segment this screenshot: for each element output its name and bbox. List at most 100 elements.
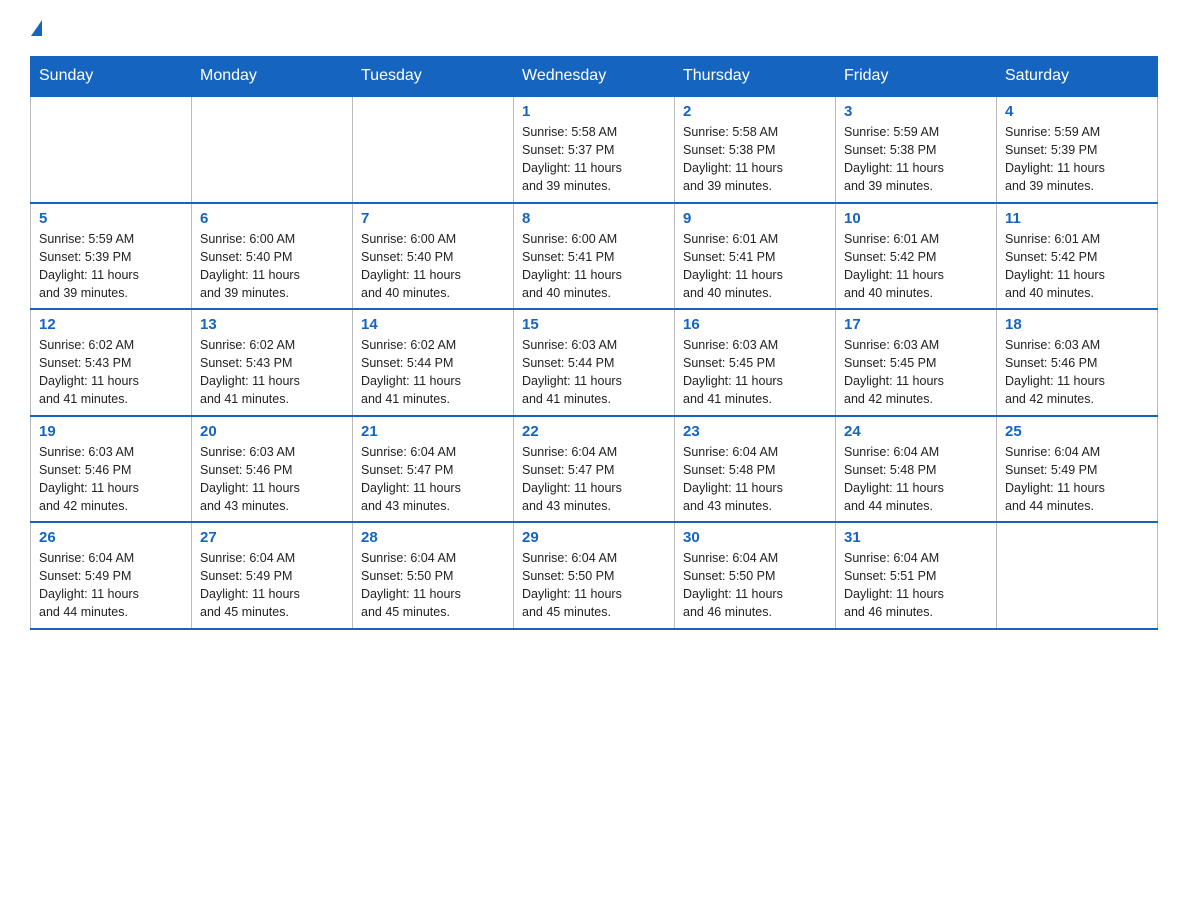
day-info: Sunrise: 6:02 AM Sunset: 5:44 PM Dayligh… (361, 336, 505, 409)
calendar-cell: 15 Sunrise: 6:03 AM Sunset: 5:44 PM Dayli… (514, 309, 675, 416)
day-number: 8 (522, 210, 666, 227)
day-info: Sunrise: 6:01 AM Sunset: 5:42 PM Dayligh… (844, 230, 988, 303)
calendar-cell: 16 Sunrise: 6:03 AM Sunset: 5:45 PM Dayli… (675, 309, 836, 416)
day-info: Sunrise: 6:01 AM Sunset: 5:42 PM Dayligh… (1005, 230, 1149, 303)
calendar-header-monday: Monday (192, 57, 353, 97)
day-info: Sunrise: 6:04 AM Sunset: 5:49 PM Dayligh… (200, 549, 344, 622)
day-info: Sunrise: 6:04 AM Sunset: 5:50 PM Dayligh… (683, 549, 827, 622)
calendar-cell: 31Sunrise: 6:04 AM Sunset: 5:51 PM Dayli… (836, 522, 997, 629)
day-number: 21 (361, 423, 505, 440)
calendar-cell: 1 Sunrise: 5:58 AM Sunset: 5:37 PM Daylig… (514, 96, 675, 203)
calendar-cell (997, 522, 1158, 629)
day-info: Sunrise: 6:03 AM Sunset: 5:45 PM Dayligh… (844, 336, 988, 409)
calendar-cell: 12 Sunrise: 6:02 AM Sunset: 5:43 PM Dayli… (31, 309, 192, 416)
calendar-cell: 22 Sunrise: 6:04 AM Sunset: 5:47 PM Dayli… (514, 416, 675, 523)
day-number: 23 (683, 423, 827, 440)
calendar-cell: 9 Sunrise: 6:01 AM Sunset: 5:41 PM Daylig… (675, 203, 836, 310)
calendar-cell: 10 Sunrise: 6:01 AM Sunset: 5:42 PM Dayli… (836, 203, 997, 310)
calendar-cell: 18 Sunrise: 6:03 AM Sunset: 5:46 PM Dayli… (997, 309, 1158, 416)
day-number: 27 (200, 529, 344, 546)
day-number: 15 (522, 316, 666, 333)
day-info: Sunrise: 6:02 AM Sunset: 5:43 PM Dayligh… (39, 336, 183, 409)
calendar-cell: 24Sunrise: 6:04 AM Sunset: 5:48 PM Dayli… (836, 416, 997, 523)
calendar-cell: 28 Sunrise: 6:04 AM Sunset: 5:50 PM Dayli… (353, 522, 514, 629)
day-info: Sunrise: 5:59 AM Sunset: 5:39 PM Dayligh… (1005, 123, 1149, 196)
day-number: 22 (522, 423, 666, 440)
day-info: Sunrise: 6:03 AM Sunset: 5:45 PM Dayligh… (683, 336, 827, 409)
logo (30, 20, 42, 38)
day-info: Sunrise: 6:03 AM Sunset: 5:46 PM Dayligh… (200, 443, 344, 516)
day-info: Sunrise: 6:04 AM Sunset: 5:51 PM Dayligh… (844, 549, 988, 622)
calendar-cell: 5 Sunrise: 5:59 AM Sunset: 5:39 PM Daylig… (31, 203, 192, 310)
calendar-week-3: 12 Sunrise: 6:02 AM Sunset: 5:43 PM Dayli… (31, 309, 1158, 416)
day-number: 11 (1005, 210, 1149, 227)
day-number: 12 (39, 316, 183, 333)
day-info: Sunrise: 6:04 AM Sunset: 5:48 PM Dayligh… (683, 443, 827, 516)
calendar-cell: 13Sunrise: 6:02 AM Sunset: 5:43 PM Dayli… (192, 309, 353, 416)
calendar-cell: 30 Sunrise: 6:04 AM Sunset: 5:50 PM Dayli… (675, 522, 836, 629)
calendar-week-4: 19 Sunrise: 6:03 AM Sunset: 5:46 PM Dayli… (31, 416, 1158, 523)
calendar-header-wednesday: Wednesday (514, 57, 675, 97)
calendar-cell: 11 Sunrise: 6:01 AM Sunset: 5:42 PM Dayli… (997, 203, 1158, 310)
day-info: Sunrise: 6:03 AM Sunset: 5:44 PM Dayligh… (522, 336, 666, 409)
day-number: 16 (683, 316, 827, 333)
day-number: 5 (39, 210, 183, 227)
calendar-cell: 27 Sunrise: 6:04 AM Sunset: 5:49 PM Dayli… (192, 522, 353, 629)
calendar-table: SundayMondayTuesdayWednesdayThursdayFrid… (30, 56, 1158, 630)
day-number: 25 (1005, 423, 1149, 440)
page-header (30, 20, 1158, 38)
day-number: 18 (1005, 316, 1149, 333)
day-number: 3 (844, 103, 988, 120)
day-number: 29 (522, 529, 666, 546)
calendar-cell: 8 Sunrise: 6:00 AM Sunset: 5:41 PM Daylig… (514, 203, 675, 310)
calendar-week-2: 5 Sunrise: 5:59 AM Sunset: 5:39 PM Daylig… (31, 203, 1158, 310)
day-info: Sunrise: 5:59 AM Sunset: 5:39 PM Dayligh… (39, 230, 183, 303)
day-number: 14 (361, 316, 505, 333)
day-number: 6 (200, 210, 344, 227)
calendar-cell: 6 Sunrise: 6:00 AM Sunset: 5:40 PM Daylig… (192, 203, 353, 310)
day-info: Sunrise: 5:58 AM Sunset: 5:37 PM Dayligh… (522, 123, 666, 196)
calendar-cell (353, 96, 514, 203)
calendar-header-tuesday: Tuesday (353, 57, 514, 97)
day-number: 7 (361, 210, 505, 227)
day-info: Sunrise: 6:03 AM Sunset: 5:46 PM Dayligh… (1005, 336, 1149, 409)
day-number: 10 (844, 210, 988, 227)
calendar-week-5: 26 Sunrise: 6:04 AM Sunset: 5:49 PM Dayli… (31, 522, 1158, 629)
day-number: 13 (200, 316, 344, 333)
calendar-cell: 25Sunrise: 6:04 AM Sunset: 5:49 PM Dayli… (997, 416, 1158, 523)
day-info: Sunrise: 6:03 AM Sunset: 5:46 PM Dayligh… (39, 443, 183, 516)
calendar-cell: 20 Sunrise: 6:03 AM Sunset: 5:46 PM Dayli… (192, 416, 353, 523)
calendar-header-sunday: Sunday (31, 57, 192, 97)
day-info: Sunrise: 6:00 AM Sunset: 5:41 PM Dayligh… (522, 230, 666, 303)
calendar-cell: 17Sunrise: 6:03 AM Sunset: 5:45 PM Dayli… (836, 309, 997, 416)
calendar-cell: 3Sunrise: 5:59 AM Sunset: 5:38 PM Daylig… (836, 96, 997, 203)
calendar-cell: 26 Sunrise: 6:04 AM Sunset: 5:49 PM Dayli… (31, 522, 192, 629)
day-info: Sunrise: 6:04 AM Sunset: 5:50 PM Dayligh… (361, 549, 505, 622)
calendar-cell: 21 Sunrise: 6:04 AM Sunset: 5:47 PM Dayli… (353, 416, 514, 523)
calendar-header-friday: Friday (836, 57, 997, 97)
calendar-cell (192, 96, 353, 203)
day-info: Sunrise: 6:04 AM Sunset: 5:47 PM Dayligh… (361, 443, 505, 516)
day-number: 1 (522, 103, 666, 120)
day-info: Sunrise: 6:04 AM Sunset: 5:47 PM Dayligh… (522, 443, 666, 516)
day-number: 9 (683, 210, 827, 227)
day-info: Sunrise: 6:04 AM Sunset: 5:50 PM Dayligh… (522, 549, 666, 622)
day-number: 30 (683, 529, 827, 546)
day-info: Sunrise: 6:00 AM Sunset: 5:40 PM Dayligh… (361, 230, 505, 303)
day-number: 26 (39, 529, 183, 546)
day-number: 19 (39, 423, 183, 440)
day-info: Sunrise: 5:58 AM Sunset: 5:38 PM Dayligh… (683, 123, 827, 196)
day-number: 20 (200, 423, 344, 440)
calendar-cell: 19 Sunrise: 6:03 AM Sunset: 5:46 PM Dayli… (31, 416, 192, 523)
calendar-cell: 7 Sunrise: 6:00 AM Sunset: 5:40 PM Daylig… (353, 203, 514, 310)
day-info: Sunrise: 6:04 AM Sunset: 5:48 PM Dayligh… (844, 443, 988, 516)
day-info: Sunrise: 6:01 AM Sunset: 5:41 PM Dayligh… (683, 230, 827, 303)
day-info: Sunrise: 6:04 AM Sunset: 5:49 PM Dayligh… (39, 549, 183, 622)
day-number: 28 (361, 529, 505, 546)
day-info: Sunrise: 6:00 AM Sunset: 5:40 PM Dayligh… (200, 230, 344, 303)
calendar-header-thursday: Thursday (675, 57, 836, 97)
calendar-cell: 2Sunrise: 5:58 AM Sunset: 5:38 PM Daylig… (675, 96, 836, 203)
calendar-header-saturday: Saturday (997, 57, 1158, 97)
logo-triangle-icon (31, 20, 42, 36)
calendar-cell (31, 96, 192, 203)
